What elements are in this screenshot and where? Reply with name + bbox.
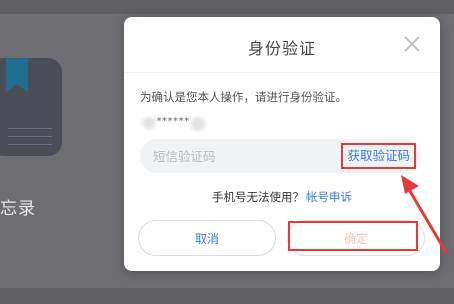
help-text: 手机号无法使用？: [212, 190, 304, 204]
bookmark-ribbon-icon: [6, 58, 28, 92]
sms-code-input[interactable]: [140, 139, 340, 173]
get-code-button[interactable]: 获取验证码: [341, 143, 416, 169]
confirm-button[interactable]: 确定: [287, 220, 425, 256]
phone-blur-right: [188, 115, 208, 133]
dialog-title: 身份验证: [247, 39, 316, 58]
dialog-header: 身份验证: [124, 17, 440, 73]
sms-code-field: 获取验证码: [140, 139, 420, 173]
background-bottom-bar: [0, 288, 454, 304]
background-app-label: 忘录: [0, 199, 36, 219]
close-icon[interactable]: [402, 34, 422, 54]
phone-mask-text: ******: [156, 116, 190, 127]
notes-app-icon: [0, 58, 62, 156]
account-help-row: 手机号无法使用？ 帐号申诉: [124, 189, 440, 205]
verification-instruction: 为确认是您本人操作，请进行身份验证。: [140, 90, 347, 104]
notes-lines: [8, 128, 52, 152]
identity-verification-dialog: 身份验证 为确认是您本人操作，请进行身份验证。 ****** 获取验证码 手机号…: [124, 17, 440, 271]
cancel-button[interactable]: 取消: [138, 220, 276, 256]
account-appeal-link[interactable]: 帐号申诉: [306, 190, 352, 204]
masked-phone-number: ******: [140, 115, 220, 133]
background-top-bar: [0, 0, 454, 14]
